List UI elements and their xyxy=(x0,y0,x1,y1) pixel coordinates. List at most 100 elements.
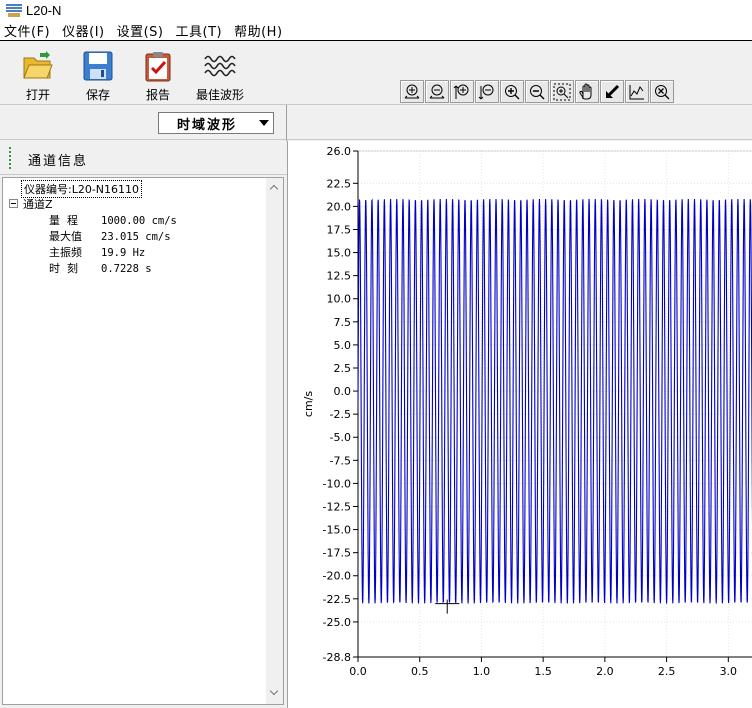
y-tick-label: -15.0 xyxy=(323,524,351,537)
open-button[interactable]: 打开 xyxy=(10,48,66,102)
window-title: L20-N xyxy=(26,2,62,18)
zoom-out-both-icon xyxy=(429,84,445,98)
menu-help[interactable]: 帮助(H) xyxy=(228,21,288,40)
waveform-icon xyxy=(204,50,236,82)
menu-file[interactable]: 文件(F) xyxy=(0,21,56,40)
prop-value: 23.015 cm/s xyxy=(101,231,171,243)
zoom-in-vertical-button[interactable] xyxy=(450,80,474,103)
tree-prop-frequency: 主振频 19.9 Hz xyxy=(49,244,145,260)
y-tick-label: 10.0 xyxy=(327,293,352,306)
y-tick-label: -20.0 xyxy=(323,570,351,583)
prop-value: 19.9 Hz xyxy=(101,247,146,259)
save-button-label: 保存 xyxy=(85,88,110,102)
prop-key: 量 程 xyxy=(49,214,78,227)
x-tick-label: 1.5 xyxy=(534,665,552,678)
prop-value: 1000.00 cm/s xyxy=(101,215,177,227)
view-mode-select[interactable]: 时域波形 xyxy=(158,112,274,134)
y-tick-label: -17.5 xyxy=(323,547,351,560)
back-arrow-icon xyxy=(606,84,620,98)
tree-prop-range: 量 程 1000.00 cm/s xyxy=(49,212,177,228)
panel-title: 通道信息 xyxy=(28,154,89,169)
y-tick-label: 0.0 xyxy=(334,385,352,398)
report-button[interactable]: 报告 xyxy=(130,48,186,102)
y-tick-label: 22.5 xyxy=(327,177,352,190)
y-tick-label: -25.0 xyxy=(323,616,351,629)
waveform-chart[interactable]: 26.0 22.5 20.0 17.5 15.0 12.5 10.0 7.5 5.0 2.5 0.0… xyxy=(288,141,752,708)
zoom-in-both-button[interactable] xyxy=(400,80,424,103)
y-tick-label: -5.0 xyxy=(330,431,351,444)
zoom-in-both-icon xyxy=(404,84,420,98)
reset-zoom-button[interactable] xyxy=(650,80,674,103)
menu-settings[interactable]: 设置(S) xyxy=(111,21,170,40)
y-tick-label: 20.0 xyxy=(327,200,352,213)
y-tick-label: 17.5 xyxy=(327,223,352,236)
channel-info-panel: 通道信息 仪器编号:L20-N16110 通道Z 量 程 1000.00 cm/s… xyxy=(0,141,287,708)
zoom-toolbar xyxy=(400,80,675,104)
zoom-out-both-button[interactable] xyxy=(425,80,449,103)
view-select-bar: 时域波形 xyxy=(0,104,752,141)
x-tick-label: 0.0 xyxy=(349,665,367,678)
report-button-label: 报告 xyxy=(145,88,170,102)
tree-scrollbar[interactable] xyxy=(266,178,283,704)
zoom-region-button[interactable] xyxy=(550,80,574,103)
y-tick-label: 26.0 xyxy=(327,145,352,158)
folder-open-icon xyxy=(22,50,54,82)
menu-bar: 文件(F) 仪器(I) 设置(S) 工具(T) 帮助(H) xyxy=(0,20,752,41)
zoom-out-button[interactable] xyxy=(525,80,549,103)
chevron-down-icon[interactable] xyxy=(255,113,273,133)
open-button-label: 打开 xyxy=(25,88,50,102)
scroll-down-icon[interactable] xyxy=(269,686,279,696)
prop-value: 0.7228 s xyxy=(101,263,152,275)
y-tick-label: 5.0 xyxy=(334,339,352,352)
x-tick-label: 1.0 xyxy=(473,665,491,678)
x-tick-label: 3.0 xyxy=(720,665,738,678)
tree-prop-max: 最大值 23.015 cm/s xyxy=(49,228,171,244)
view-mode-value: 时域波形 xyxy=(176,117,237,133)
y-tick-label: -22.5 xyxy=(323,593,351,606)
pane-divider[interactable] xyxy=(286,105,287,141)
tree-prop-time: 时 刻 0.7228 s xyxy=(49,260,152,276)
y-tick-label: -2.5 xyxy=(330,408,351,421)
drag-grip-icon[interactable] xyxy=(8,146,12,170)
title-bar: L20-N xyxy=(0,0,752,20)
waveform-chart-panel: 26.0 22.5 20.0 17.5 15.0 12.5 10.0 7.5 5.0 2.5 0.0… xyxy=(287,141,752,708)
best-wave-button[interactable]: 最佳波形 xyxy=(190,48,250,102)
panel-header: 通道信息 xyxy=(0,141,287,175)
scroll-up-icon[interactable] xyxy=(269,184,279,194)
prop-key: 最大值 xyxy=(49,230,82,243)
zoom-in-icon xyxy=(505,84,520,99)
zoom-out-vertical-icon xyxy=(478,84,494,99)
pan-button[interactable] xyxy=(575,80,599,103)
x-tick-label: 0.5 xyxy=(411,665,429,678)
menu-instrument[interactable]: 仪器(I) xyxy=(56,21,110,40)
line-chart-icon xyxy=(629,84,644,99)
x-tick-label: 2.0 xyxy=(596,665,614,678)
clipboard-check-icon xyxy=(142,50,174,82)
prop-key: 主振频 xyxy=(49,246,82,259)
auto-scale-button[interactable] xyxy=(625,80,649,103)
y-tick-label: 12.5 xyxy=(327,270,352,283)
y-tick-label: -12.5 xyxy=(323,500,351,513)
zoom-out-vertical-button[interactable] xyxy=(475,80,499,103)
save-button[interactable]: 保存 xyxy=(70,48,126,102)
menu-tools[interactable]: 工具(T) xyxy=(170,21,229,40)
y-tick-label: -10.0 xyxy=(323,477,351,490)
zoom-reset-icon xyxy=(655,84,670,99)
app-window: L20-N 文件(F) 仪器(I) 设置(S) 工具(T) 帮助(H) 打开 保… xyxy=(0,0,752,708)
y-tick-label: 2.5 xyxy=(334,362,352,375)
channel-tree: 仪器编号:L20-N16110 通道Z 量 程 1000.00 cm/s 最大值 2… xyxy=(2,177,284,705)
y-tick-label: 15.0 xyxy=(327,247,352,260)
y-axis-label: cm/s xyxy=(302,391,315,417)
zoom-in-vertical-icon xyxy=(453,84,469,99)
prop-key: 时 刻 xyxy=(49,262,78,275)
y-tick-label: -7.5 xyxy=(330,454,351,467)
y-tick-label: 7.5 xyxy=(334,316,352,329)
y-tick-label: -28.8 xyxy=(323,651,351,664)
collapse-icon[interactable] xyxy=(9,199,18,208)
zoom-region-icon xyxy=(553,83,571,100)
tree-item-channel[interactable]: 通道Z xyxy=(23,196,53,212)
best-wave-button-label: 最佳波形 xyxy=(195,88,244,102)
undo-zoom-button[interactable] xyxy=(600,80,624,103)
zoom-in-button[interactable] xyxy=(500,80,524,103)
hand-icon xyxy=(579,83,592,99)
